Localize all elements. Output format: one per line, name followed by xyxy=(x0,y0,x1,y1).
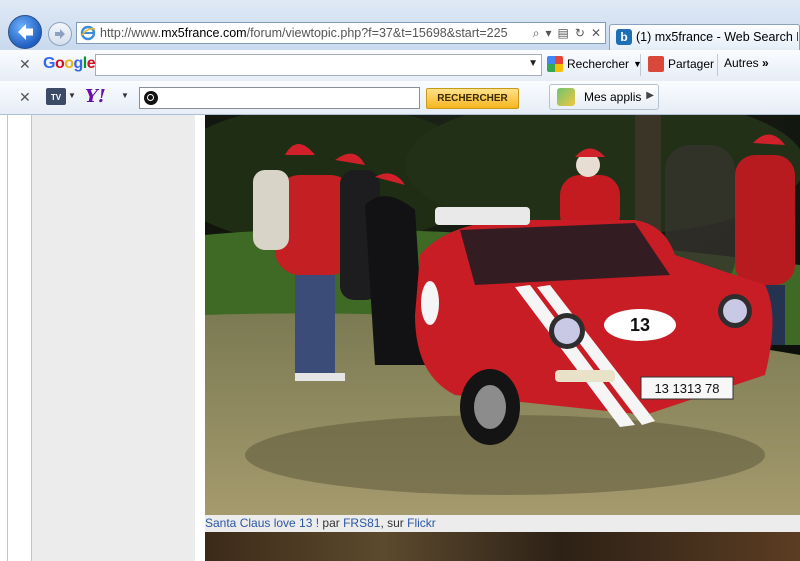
photo-illustration: 13 13 1313 78 xyxy=(205,115,800,515)
address-bar[interactable]: http://www.mx5france.com/forum/viewtopic… xyxy=(76,22,606,44)
car-number: 13 xyxy=(630,315,650,335)
yahoo-search-input[interactable] xyxy=(139,87,420,109)
forum-photo[interactable]: 13 13 1313 78 xyxy=(205,115,800,515)
refresh-icon[interactable]: ↻ xyxy=(575,25,585,41)
separator xyxy=(717,54,718,76)
bing-icon: b xyxy=(616,29,632,45)
share-button[interactable]: Partager xyxy=(648,56,714,72)
chevron-down-icon[interactable]: ▼ xyxy=(121,91,129,100)
address-actions: ⌕ ▾ ▤ ↻ ✕ xyxy=(533,25,601,41)
dropdown-icon[interactable]: ▾ xyxy=(546,25,552,41)
close-icon[interactable]: ✕ xyxy=(19,89,31,106)
browser-tab[interactable]: b (1) mx5france - Web Search Re... xyxy=(609,24,800,50)
google-logo: Google xyxy=(43,55,96,72)
apps-icon xyxy=(557,88,575,106)
arrow-right-icon xyxy=(55,29,65,39)
browser-titlebar: http://www.mx5france.com/forum/viewtopic… xyxy=(0,0,800,51)
yahoo-search-button[interactable]: RECHERCHER xyxy=(426,88,519,109)
google-search-button[interactable]: Rechercher ▼ xyxy=(547,56,642,72)
google-toolbar: ✕ Google ▼ Rechercher ▼ Partager Autres … xyxy=(0,50,800,82)
photo-caption: Santa Claus love 13 ! par FRS81, sur Fli… xyxy=(205,515,800,532)
chevron-down-icon[interactable]: ▼ xyxy=(68,91,76,100)
double-chevron-right-icon: » xyxy=(762,56,769,70)
tab-title: (1) mx5france - Web Search Re... xyxy=(636,30,798,44)
next-photo[interactable] xyxy=(205,532,800,561)
forum-left-panel xyxy=(32,115,195,561)
page-spacer xyxy=(195,115,205,561)
separator xyxy=(640,54,641,76)
page-left-gutter xyxy=(7,115,32,561)
chevron-down-icon[interactable]: ▼ xyxy=(528,58,538,69)
tv-icon[interactable]: TV xyxy=(46,88,66,105)
close-icon[interactable]: ✕ xyxy=(19,56,31,73)
ie-page-icon xyxy=(80,25,96,41)
google-search-icon xyxy=(547,56,563,72)
caption-site-link[interactable]: Flickr xyxy=(407,516,436,530)
more-button[interactable]: Autres » xyxy=(724,56,769,70)
my-apps-button[interactable]: Mes applis ▶ xyxy=(549,84,659,110)
stop-icon[interactable]: ✕ xyxy=(591,25,601,41)
arrow-left-icon xyxy=(18,24,33,40)
forward-button[interactable] xyxy=(48,22,72,46)
yahoo-logo[interactable]: Y! xyxy=(85,86,106,107)
caption-title-link[interactable]: Santa Claus love 13 ! xyxy=(205,516,319,530)
caption-author-link[interactable]: FRS81 xyxy=(343,516,380,530)
compat-icon[interactable]: ▤ xyxy=(558,25,569,41)
search-icon xyxy=(144,91,158,105)
share-icon xyxy=(648,56,664,72)
back-button[interactable] xyxy=(8,15,42,49)
search-icon[interactable]: ⌕ xyxy=(533,25,540,41)
license-plate: 13 1313 78 xyxy=(654,381,719,396)
address-url[interactable]: http://www.mx5france.com/forum/viewtopic… xyxy=(100,26,508,40)
chevron-right-icon: ▶ xyxy=(646,90,654,101)
google-search-input[interactable]: ▼ xyxy=(95,54,542,76)
